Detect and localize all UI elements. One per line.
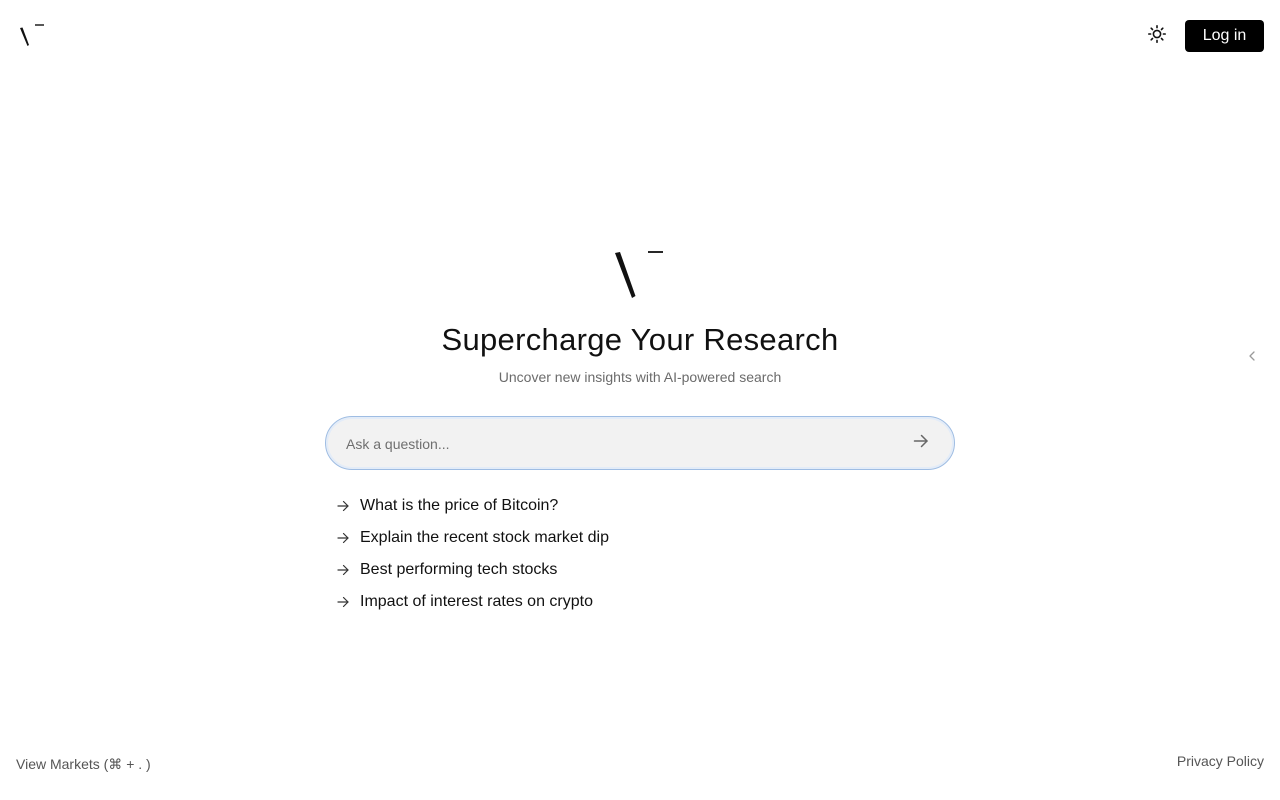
privacy-policy-link[interactable]: Privacy Policy: [1177, 753, 1264, 769]
sun-icon: [1147, 24, 1167, 49]
arrow-right-icon: [912, 432, 930, 455]
suggestion-label: Best performing tech stocks: [360, 561, 558, 578]
page: Log in Supercharge Your Research Uncover…: [0, 0, 1280, 800]
suggestion-list: What is the price of Bitcoin? Explain th…: [336, 490, 609, 618]
page-title: Supercharge Your Research: [441, 322, 839, 357]
theme-toggle-button[interactable]: [1145, 24, 1169, 48]
suggestion-item[interactable]: Best performing tech stocks: [336, 554, 609, 586]
arrow-right-icon: [336, 562, 352, 578]
logo-icon[interactable]: [18, 20, 48, 50]
chevron-left-icon: [1245, 351, 1259, 368]
suggestion-label: What is the price of Bitcoin?: [360, 497, 559, 514]
search-box: [325, 416, 955, 470]
sidebar-toggle-button[interactable]: [1245, 348, 1259, 364]
hero-logo-icon: [612, 247, 668, 303]
page-subtitle: Uncover new insights with AI-powered sea…: [498, 369, 782, 385]
suggestion-item[interactable]: What is the price of Bitcoin?: [336, 490, 609, 522]
arrow-right-icon: [336, 498, 352, 514]
suggestion-label: Explain the recent stock market dip: [360, 529, 610, 546]
suggestion-item[interactable]: Explain the recent stock market dip: [336, 522, 609, 554]
login-button[interactable]: Log in: [1185, 20, 1264, 52]
arrow-right-icon: [336, 594, 352, 610]
search-submit-button[interactable]: [910, 432, 932, 454]
view-markets-link[interactable]: View Markets (⌘ + . ): [16, 756, 151, 773]
search-input[interactable]: [344, 427, 888, 461]
arrow-right-icon: [336, 530, 352, 546]
suggestion-item[interactable]: Impact of interest rates on crypto: [336, 586, 609, 618]
suggestion-label: Impact of interest rates on crypto: [360, 593, 593, 610]
